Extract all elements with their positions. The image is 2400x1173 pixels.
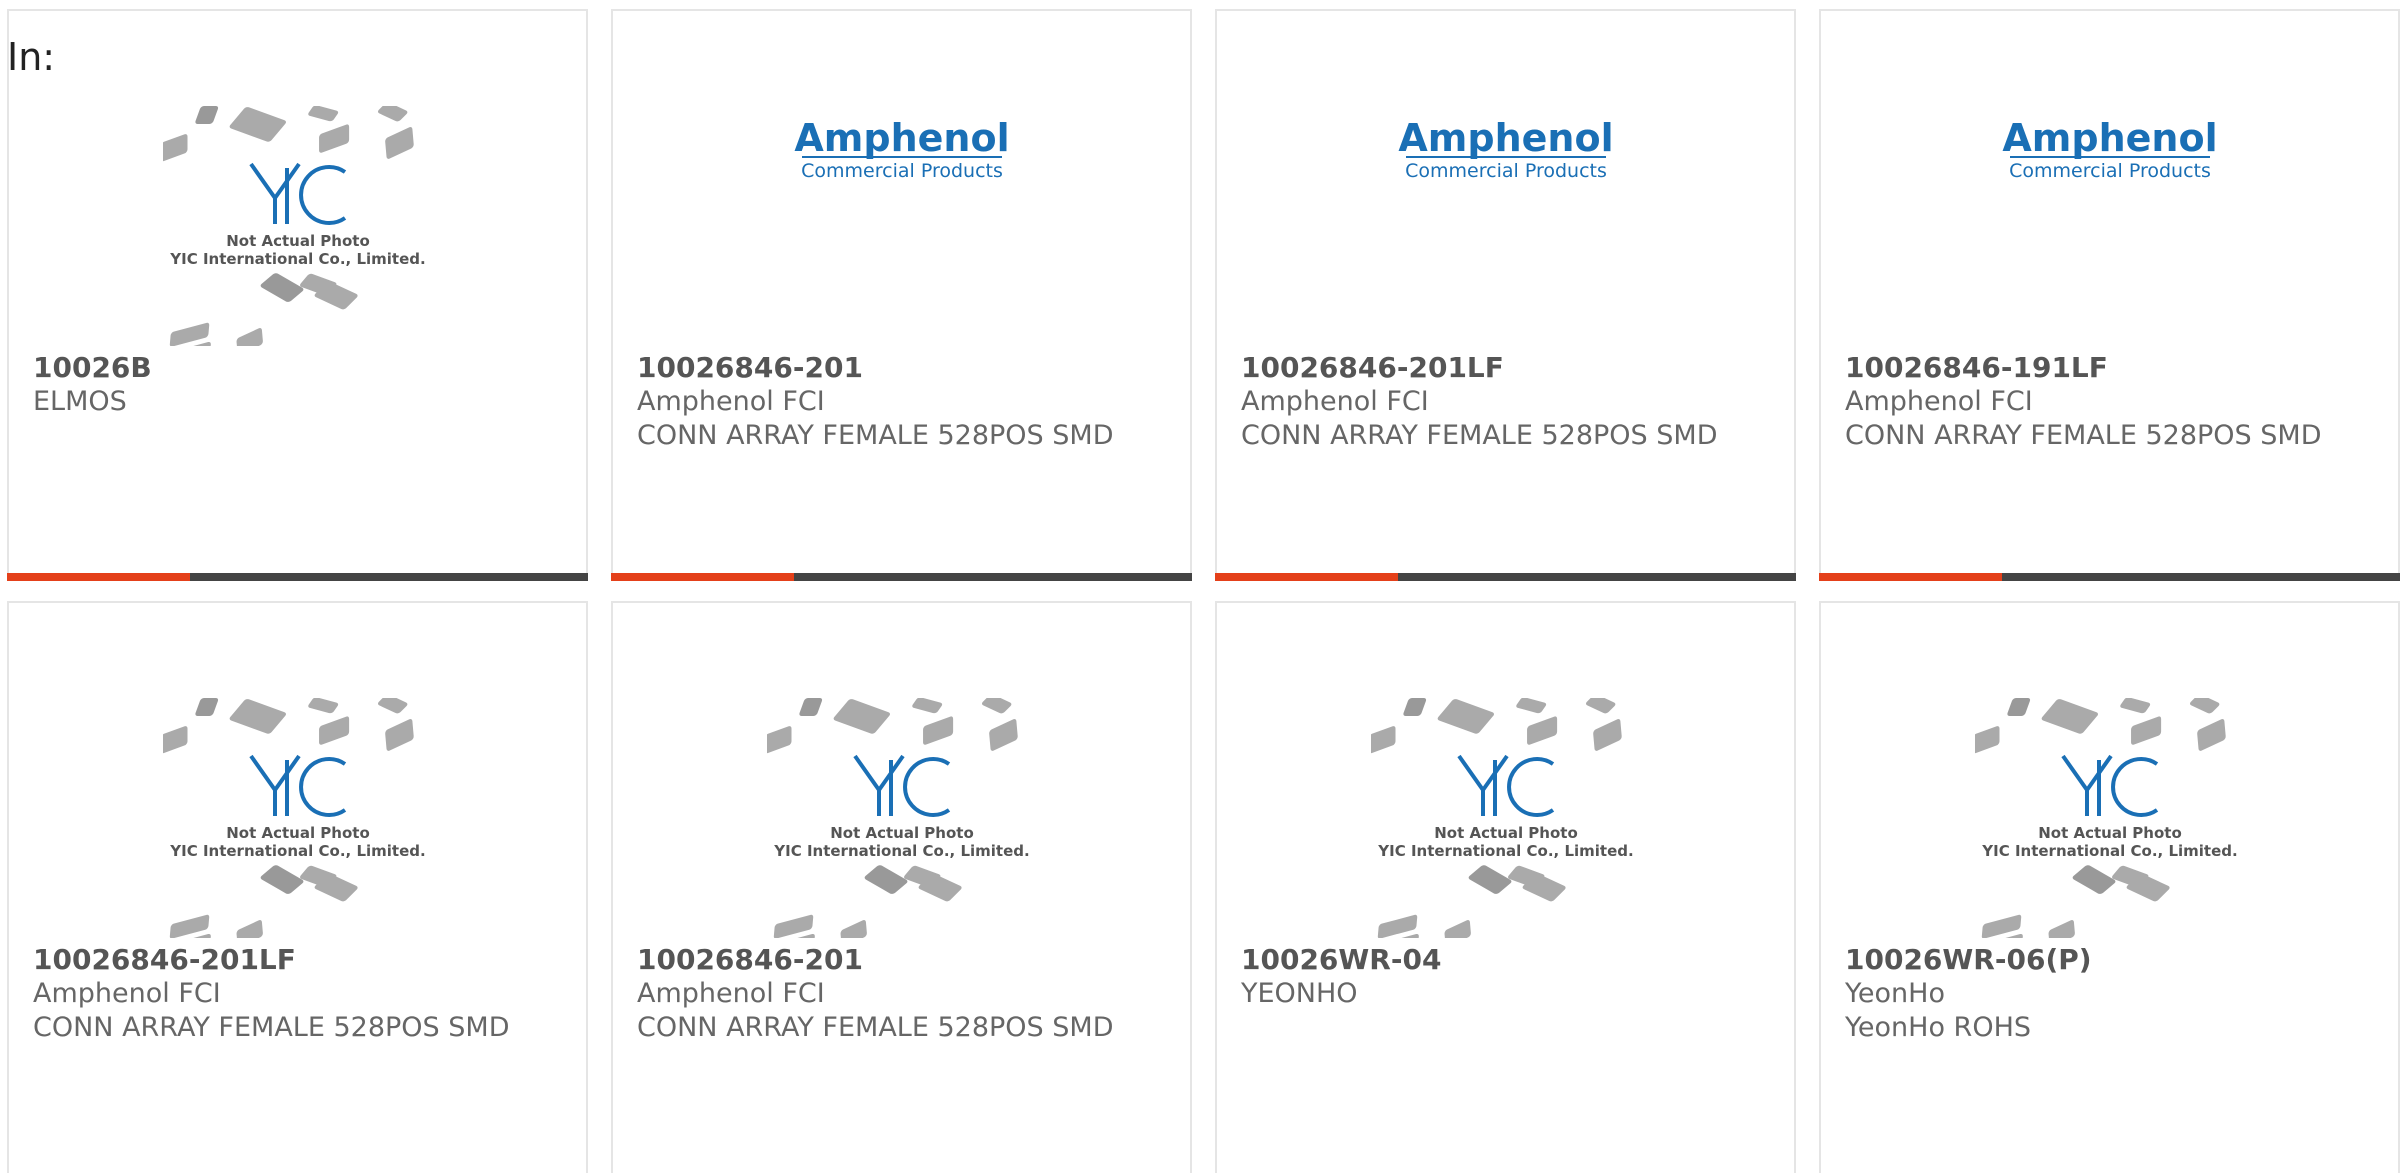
card-accent-bar: [7, 573, 190, 581]
product-info: 10026846-191LF Amphenol FCI CONN ARRAY F…: [1845, 351, 2374, 453]
manufacturer: Amphenol FCI: [637, 978, 825, 1009]
manufacturer: Amphenol FCI: [33, 978, 221, 1009]
logo-wordmark: Amphenol: [794, 116, 1009, 160]
logo-tagline: Commercial Products: [801, 160, 1003, 182]
card-accent-bar: [611, 573, 794, 581]
yic-placeholder-image: Not Actual PhotoYIC International Co., L…: [162, 698, 425, 938]
product-info: 10026B ELMOS: [33, 351, 562, 419]
product-card[interactable]: Not Actual Photo YIC International Co., L…: [1819, 601, 2400, 1173]
product-image[interactable]: Not Actual Photo YIC International Co., L…: [1821, 683, 2398, 953]
product-info: 10026846-201 Amphenol FCI CONN ARRAY FEM…: [637, 351, 1166, 453]
yic-placeholder-image: Not Actual PhotoYIC International Co., L…: [162, 106, 425, 346]
product-card[interactable]: Amphenol Commercial Products 10026846-201…: [1215, 9, 1796, 581]
amphenol-logo: AmphenolCommercial Products: [2002, 116, 2217, 182]
product-card[interactable]: Not Actual Photo YIC International Co., L…: [7, 601, 588, 1173]
product-image[interactable]: Amphenol Commercial Products: [1217, 91, 1794, 361]
part-number[interactable]: 10026846-201LF: [1241, 351, 1770, 385]
product-card[interactable]: Not Actual Photo YIC International Co., L…: [7, 9, 588, 581]
amphenol-logo: AmphenolCommercial Products: [794, 116, 1009, 182]
product-image[interactable]: Not Actual Photo YIC International Co., L…: [9, 683, 586, 953]
image-caption: YIC International Co., Limited.: [1377, 842, 1633, 860]
card-footer-bar: [7, 573, 588, 581]
description: CONN ARRAY FEMALE 528POS SMD: [637, 420, 1114, 451]
image-caption: Not Actual Photo: [1434, 824, 1578, 842]
manufacturer: Amphenol FCI: [637, 386, 825, 417]
yic-placeholder-image: Not Actual PhotoYIC International Co., L…: [1370, 698, 1633, 938]
product-info: 10026WR-04 YEONHO: [1241, 943, 1770, 1011]
image-caption: Not Actual Photo: [2038, 824, 2182, 842]
card-footer-bar: [1215, 573, 1796, 581]
image-caption: Not Actual Photo: [226, 232, 370, 250]
product-grid: Not Actual Photo YIC International Co., L…: [7, 9, 2400, 1173]
manufacturer: Amphenol FCI: [1845, 386, 2033, 417]
description: CONN ARRAY FEMALE 528POS SMD: [1241, 420, 1718, 451]
image-caption: YIC International Co., Limited.: [169, 250, 425, 268]
manufacturer: YeonHo: [1845, 978, 1945, 1009]
product-image[interactable]: Amphenol Commercial Products: [1821, 91, 2398, 361]
manufacturer: ELMOS: [33, 386, 127, 417]
product-image[interactable]: Amphenol Commercial Products: [613, 91, 1190, 361]
image-caption: YIC International Co., Limited.: [773, 842, 1029, 860]
product-info: 10026846-201LF Amphenol FCI CONN ARRAY F…: [1241, 351, 1770, 453]
image-caption: YIC International Co., Limited.: [1981, 842, 2237, 860]
part-number[interactable]: 10026846-191LF: [1845, 351, 2374, 385]
filter-label: In:: [7, 35, 56, 79]
part-number[interactable]: 10026846-201: [637, 943, 1166, 977]
product-card[interactable]: Amphenol Commercial Products 10026846-191…: [1819, 9, 2400, 581]
description: CONN ARRAY FEMALE 528POS SMD: [637, 1012, 1114, 1043]
logo-wordmark: Amphenol: [2002, 116, 2217, 160]
description: CONN ARRAY FEMALE 528POS SMD: [1845, 420, 2322, 451]
manufacturer: YEONHO: [1241, 978, 1358, 1009]
card-accent-bar: [1215, 573, 1398, 581]
product-image[interactable]: Not Actual Photo YIC International Co., L…: [1217, 683, 1794, 953]
part-number[interactable]: 10026B: [33, 351, 562, 385]
part-number[interactable]: 10026WR-04: [1241, 943, 1770, 977]
yic-placeholder-image: Not Actual PhotoYIC International Co., L…: [1974, 698, 2237, 938]
card-footer-bar: [1819, 573, 2400, 581]
product-card[interactable]: Amphenol Commercial Products 10026846-201…: [611, 9, 1192, 581]
logo-tagline: Commercial Products: [1405, 160, 1607, 182]
description: YeonHo ROHS: [1845, 1012, 2032, 1043]
image-caption: YIC International Co., Limited.: [169, 842, 425, 860]
product-card[interactable]: Not Actual Photo YIC International Co., L…: [1215, 601, 1796, 1173]
product-info: 10026846-201LF Amphenol FCI CONN ARRAY F…: [33, 943, 562, 1045]
part-number[interactable]: 10026WR-06(P): [1845, 943, 2374, 977]
logo-tagline: Commercial Products: [2009, 160, 2211, 182]
manufacturer: Amphenol FCI: [1241, 386, 1429, 417]
logo-wordmark: Amphenol: [1398, 116, 1613, 160]
product-info: 10026WR-06(P) YeonHo YeonHo ROHS: [1845, 943, 2374, 1045]
product-image[interactable]: Not Actual Photo YIC International Co., L…: [9, 91, 586, 361]
description: CONN ARRAY FEMALE 528POS SMD: [33, 1012, 510, 1043]
image-caption: Not Actual Photo: [830, 824, 974, 842]
part-number[interactable]: 10026846-201: [637, 351, 1166, 385]
card-footer-bar: [611, 573, 1192, 581]
product-card[interactable]: Not Actual Photo YIC International Co., L…: [611, 601, 1192, 1173]
yic-placeholder-image: Not Actual PhotoYIC International Co., L…: [766, 698, 1029, 938]
amphenol-logo: AmphenolCommercial Products: [1398, 116, 1613, 182]
product-info: 10026846-201 Amphenol FCI CONN ARRAY FEM…: [637, 943, 1166, 1045]
part-number[interactable]: 10026846-201LF: [33, 943, 562, 977]
product-image[interactable]: Not Actual Photo YIC International Co., L…: [613, 683, 1190, 953]
card-accent-bar: [1819, 573, 2002, 581]
image-caption: Not Actual Photo: [226, 824, 370, 842]
